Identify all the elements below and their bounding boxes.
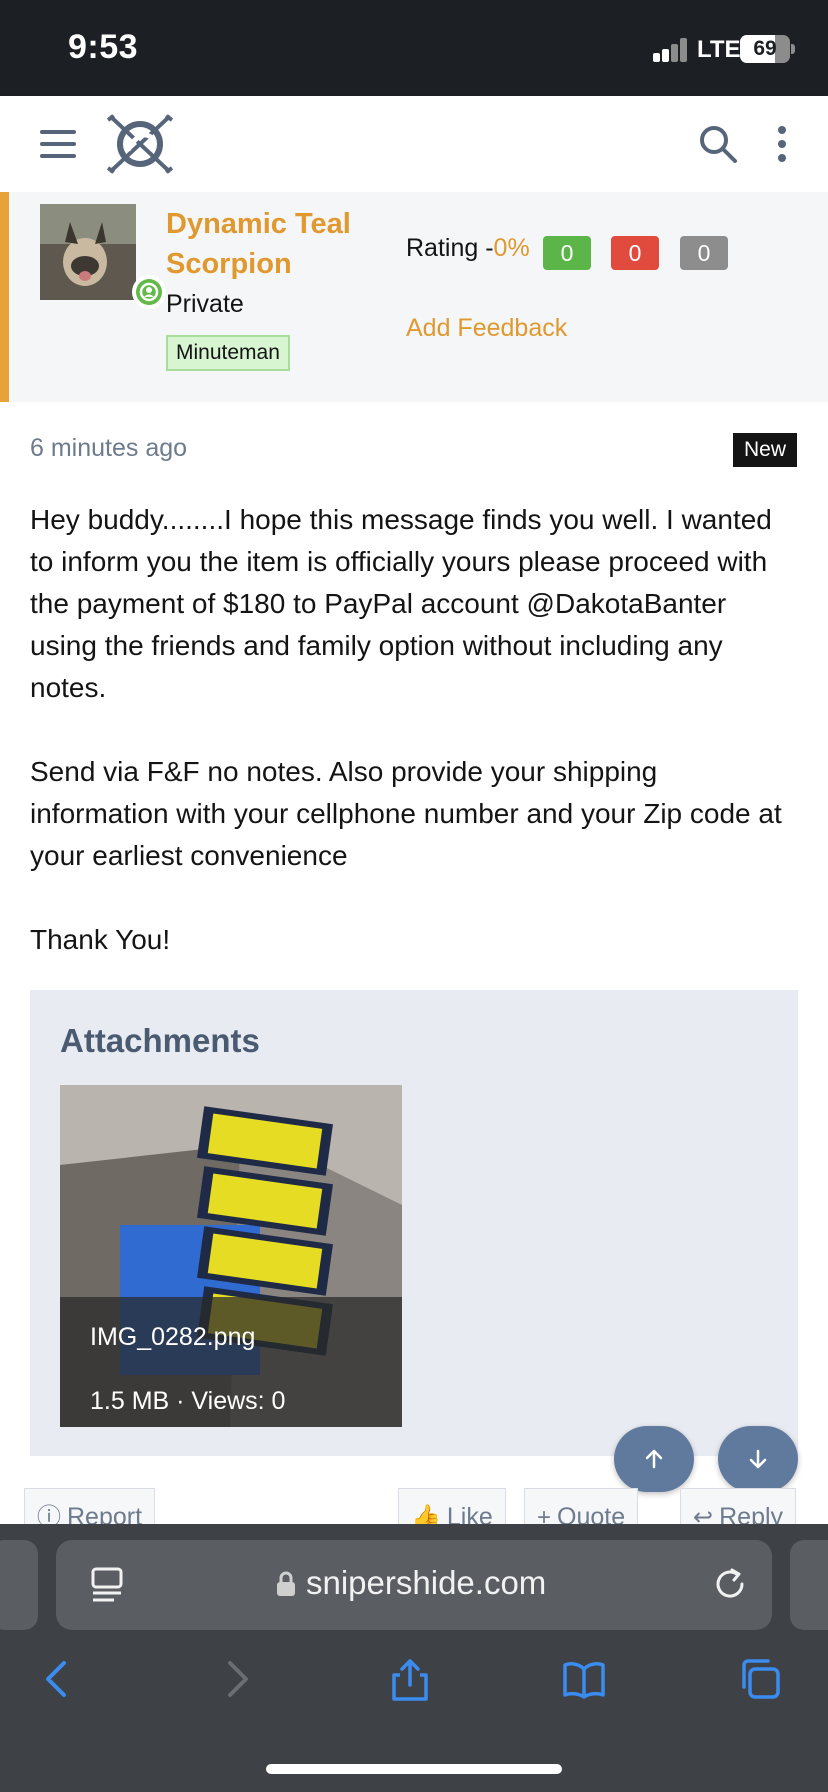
post-timestamp[interactable]: 6 minutes ago <box>30 434 187 463</box>
online-status-icon <box>132 275 166 309</box>
search-icon[interactable] <box>698 124 738 164</box>
address-bar[interactable]: snipershide.com <box>56 1540 772 1630</box>
url-text[interactable]: snipershide.com <box>306 1564 546 1602</box>
bookmarks-icon[interactable] <box>562 1657 606 1701</box>
battery-icon: 69 <box>740 35 790 63</box>
rating-label: Rating -0% <box>406 234 530 263</box>
attachments-title: Attachments <box>60 1022 260 1059</box>
lock-icon <box>277 1571 295 1596</box>
attachment-filename[interactable]: IMG_0282.png <box>90 1323 255 1352</box>
battery-nub <box>791 44 795 54</box>
scroll-bottom-button[interactable] <box>718 1426 798 1492</box>
message-paragraph: Hey buddy........I hope this message fin… <box>30 504 772 703</box>
new-badge: New <box>733 433 797 467</box>
next-tab-preview[interactable] <box>790 1540 828 1630</box>
user-title: Private <box>166 290 244 318</box>
avatar[interactable] <box>40 204 136 300</box>
previous-tab-preview[interactable] <box>0 1540 38 1630</box>
arrow-up-icon <box>645 1449 663 1469</box>
username-link[interactable]: Dynamic Teal Scorpion <box>166 204 366 284</box>
signal-icon <box>653 38 689 62</box>
arrow-down-icon <box>749 1449 767 1469</box>
username-line2[interactable]: Scorpion <box>166 244 366 284</box>
tabs-icon[interactable] <box>738 1657 782 1701</box>
browser-toolbar: snipershide.com <box>0 1524 828 1792</box>
message-paragraph: Thank You! <box>30 924 171 955</box>
share-icon[interactable] <box>388 1657 432 1701</box>
neutral-rating-count[interactable]: 0 <box>680 236 728 270</box>
negative-rating-count[interactable]: 0 <box>611 236 659 270</box>
user-banner: Minuteman <box>166 335 290 371</box>
attachment-meta: 1.5 MB · Views: 0 <box>90 1387 286 1415</box>
attachment-thumbnail[interactable]: IMG_0282.png 1.5 MB · Views: 0 <box>60 1085 402 1427</box>
message-body: Hey buddy........I hope this message fin… <box>30 499 800 961</box>
reload-icon[interactable] <box>712 1566 748 1602</box>
battery-level: 69 <box>753 37 777 60</box>
hamburger-icon[interactable] <box>40 130 76 158</box>
scroll-top-button[interactable] <box>614 1426 694 1492</box>
forward-icon[interactable] <box>214 1657 258 1701</box>
home-indicator <box>266 1764 562 1774</box>
status-bar: 9:53 LTE 69 <box>0 0 828 96</box>
message-user-block: Dynamic Teal Scorpion Private Minuteman … <box>0 192 828 402</box>
rating-text: Rating - <box>406 234 494 262</box>
more-options-icon[interactable] <box>776 124 788 164</box>
positive-rating-count[interactable]: 0 <box>543 236 591 270</box>
status-time: 9:53 <box>68 28 139 66</box>
page-menu-icon[interactable] <box>90 1566 124 1604</box>
back-icon[interactable] <box>36 1657 80 1701</box>
rating-percent: 0% <box>493 234 530 262</box>
site-header <box>0 96 828 192</box>
username-line1[interactable]: Dynamic Teal <box>166 204 366 244</box>
add-feedback-link[interactable]: Add Feedback <box>406 314 567 343</box>
site-logo[interactable] <box>104 110 176 178</box>
message-paragraph: Send via F&F no notes. Also provide your… <box>30 756 782 871</box>
network-type: LTE <box>697 36 741 63</box>
attachments-panel: Attachments IMG_0282.png 1.5 MB · Views:… <box>30 990 798 1456</box>
